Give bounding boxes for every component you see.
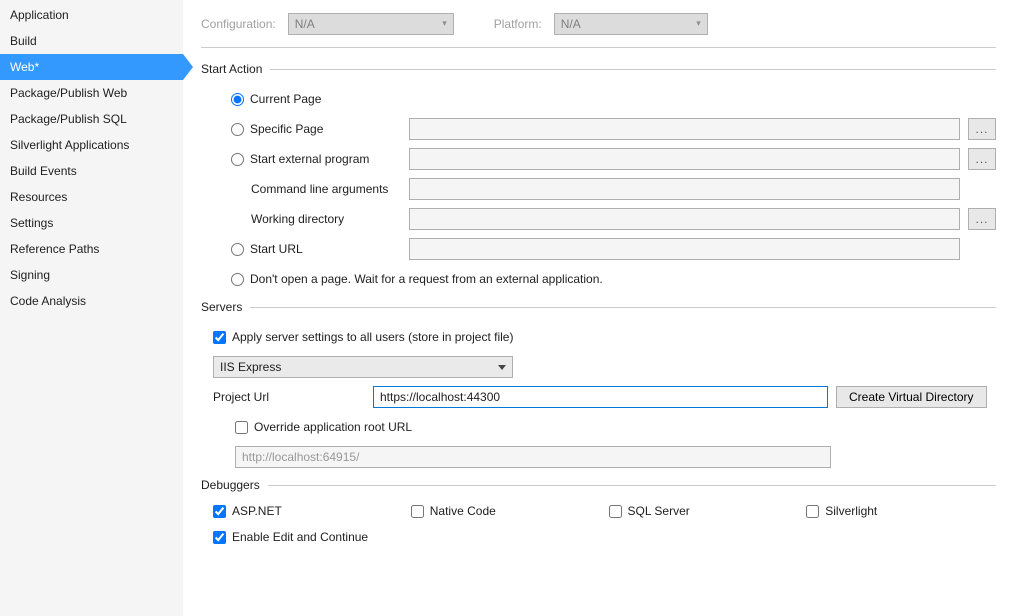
native-code-checkbox-input[interactable] (411, 505, 424, 518)
current-page-radio-input[interactable] (231, 93, 244, 106)
aspnet-checkbox[interactable]: ASP.NET (213, 504, 403, 518)
sidebar-item-web[interactable]: Web* (0, 54, 183, 80)
start-url-radio-input[interactable] (231, 243, 244, 256)
config-platform-bar: Configuration: N/A ▾ Platform: N/A ▾ (201, 0, 996, 48)
specific-page-browse-button[interactable] (968, 118, 996, 140)
sql-server-checkbox[interactable]: SQL Server (609, 504, 799, 518)
override-root-checkbox[interactable]: Override application root URL (235, 420, 412, 434)
create-virtual-directory-button[interactable]: Create Virtual Directory (836, 386, 987, 408)
silverlight-label: Silverlight (825, 504, 877, 518)
debuggers-section: Debuggers ASP.NET Native Code SQL Serv (201, 478, 996, 548)
sidebar-item-silverlight-applications[interactable]: Silverlight Applications (0, 132, 183, 158)
working-dir-field[interactable] (409, 208, 960, 230)
sql-server-checkbox-input[interactable] (609, 505, 622, 518)
current-page-radio[interactable]: Current Page (231, 92, 321, 106)
sidebar-item-label: Build Events (10, 164, 77, 178)
servers-section: Servers Apply server settings to all use… (201, 300, 996, 468)
external-program-field[interactable] (409, 148, 960, 170)
specific-page-radio[interactable]: Specific Page (231, 122, 401, 136)
start-action-section: Start Action Current Page Specific Page (201, 62, 996, 290)
divider (270, 69, 996, 70)
server-type-dropdown[interactable]: IIS Express (213, 356, 513, 378)
debuggers-title: Debuggers (201, 478, 260, 492)
native-code-checkbox[interactable]: Native Code (411, 504, 601, 518)
start-url-radio-label: Start URL (250, 242, 303, 256)
working-dir-label: Working directory (231, 212, 401, 226)
sidebar-item-reference-paths[interactable]: Reference Paths (0, 236, 183, 262)
specific-page-field[interactable] (409, 118, 960, 140)
external-program-radio-label: Start external program (250, 152, 369, 166)
sidebar-item-label: Resources (10, 190, 67, 204)
apply-all-users-label: Apply server settings to all users (stor… (232, 330, 513, 344)
apply-all-users-checkbox-input[interactable] (213, 331, 226, 344)
sidebar-item-label: Build (10, 34, 37, 48)
dont-open-page-radio-input[interactable] (231, 273, 244, 286)
sidebar-item-code-analysis[interactable]: Code Analysis (0, 288, 183, 314)
chevron-down-icon (498, 365, 506, 370)
divider (268, 485, 996, 486)
cmd-args-label: Command line arguments (231, 182, 401, 196)
cmd-args-field[interactable] (409, 178, 960, 200)
specific-page-radio-label: Specific Page (250, 122, 323, 136)
servers-title: Servers (201, 300, 242, 314)
silverlight-checkbox[interactable]: Silverlight (806, 504, 996, 518)
aspnet-label: ASP.NET (232, 504, 282, 518)
override-root-label: Override application root URL (254, 420, 412, 434)
external-program-radio-input[interactable] (231, 153, 244, 166)
specific-page-radio-input[interactable] (231, 123, 244, 136)
sidebar-item-build-events[interactable]: Build Events (0, 158, 183, 184)
sidebar-item-settings[interactable]: Settings (0, 210, 183, 236)
start-url-radio[interactable]: Start URL (231, 242, 401, 256)
current-page-radio-label: Current Page (250, 92, 321, 106)
platform-dropdown: N/A ▾ (554, 13, 708, 35)
native-code-label: Native Code (430, 504, 496, 518)
start-action-title: Start Action (201, 62, 262, 76)
sidebar-item-label: Signing (10, 268, 50, 282)
properties-sidebar: Application Build Web* Package/Publish W… (0, 0, 183, 616)
start-url-field[interactable] (409, 238, 960, 260)
enable-edit-continue-checkbox-input[interactable] (213, 531, 226, 544)
sidebar-item-label: Application (10, 8, 69, 22)
platform-value: N/A (561, 17, 581, 31)
aspnet-checkbox-input[interactable] (213, 505, 226, 518)
external-program-browse-button[interactable] (968, 148, 996, 170)
web-settings-panel: Configuration: N/A ▾ Platform: N/A ▾ Sta… (183, 0, 1014, 616)
platform-label: Platform: (494, 17, 542, 31)
server-type-value: IIS Express (220, 360, 281, 374)
sidebar-item-label: Silverlight Applications (10, 138, 129, 152)
enable-edit-continue-checkbox[interactable]: Enable Edit and Continue (213, 530, 368, 544)
sidebar-item-label: Package/Publish SQL (10, 112, 127, 126)
sidebar-item-label: Package/Publish Web (10, 86, 127, 100)
sidebar-item-package-publish-sql[interactable]: Package/Publish SQL (0, 106, 183, 132)
project-url-label: Project Url (213, 390, 365, 404)
external-program-radio[interactable]: Start external program (231, 152, 401, 166)
working-dir-browse-button[interactable] (968, 208, 996, 230)
configuration-dropdown: N/A ▾ (288, 13, 454, 35)
chevron-down-icon: ▾ (442, 18, 447, 29)
silverlight-checkbox-input[interactable] (806, 505, 819, 518)
project-url-field[interactable] (373, 386, 828, 408)
configuration-label: Configuration: (201, 17, 276, 31)
divider (250, 307, 996, 308)
sidebar-item-resources[interactable]: Resources (0, 184, 183, 210)
sql-server-label: SQL Server (628, 504, 690, 518)
sidebar-item-application[interactable]: Application (0, 2, 183, 28)
sidebar-item-label: Web* (10, 60, 39, 74)
sidebar-item-label: Code Analysis (10, 294, 86, 308)
apply-all-users-checkbox[interactable]: Apply server settings to all users (stor… (213, 330, 513, 344)
sidebar-item-build[interactable]: Build (0, 28, 183, 54)
override-root-checkbox-input[interactable] (235, 421, 248, 434)
dont-open-page-radio[interactable]: Don't open a page. Wait for a request fr… (231, 272, 603, 286)
sidebar-item-package-publish-web[interactable]: Package/Publish Web (0, 80, 183, 106)
enable-edit-continue-label: Enable Edit and Continue (232, 530, 368, 544)
sidebar-item-label: Settings (10, 216, 53, 230)
sidebar-item-label: Reference Paths (10, 242, 99, 256)
configuration-value: N/A (295, 17, 315, 31)
chevron-down-icon: ▾ (696, 18, 701, 29)
override-root-field (235, 446, 831, 468)
project-properties-page: Application Build Web* Package/Publish W… (0, 0, 1014, 616)
dont-open-page-radio-label: Don't open a page. Wait for a request fr… (250, 272, 603, 286)
sidebar-item-signing[interactable]: Signing (0, 262, 183, 288)
